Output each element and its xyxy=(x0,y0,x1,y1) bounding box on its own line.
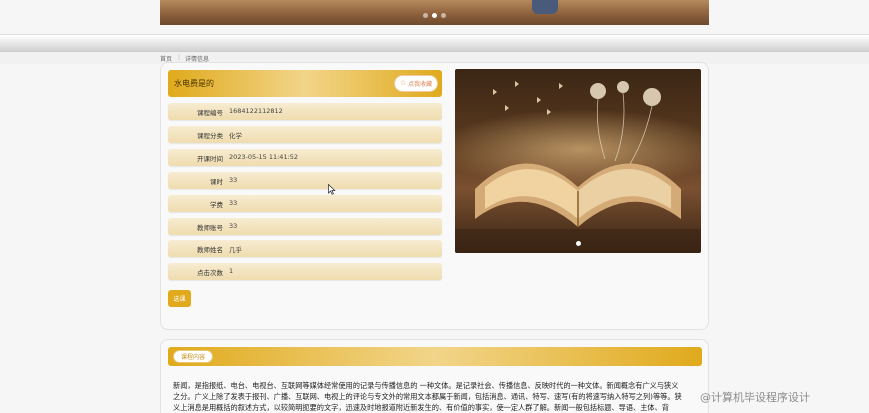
field-label: 教师姓名 xyxy=(197,246,223,254)
field-value: 1 xyxy=(229,267,234,275)
course-image-carousel[interactable] xyxy=(455,69,701,253)
favorite-button[interactable]: ☆ 点我收藏 xyxy=(394,75,438,92)
field-value: 33 xyxy=(229,199,238,207)
banner-dot[interactable] xyxy=(441,13,446,18)
field-value: 化学 xyxy=(229,132,242,140)
field-value: 33 xyxy=(229,176,238,184)
banner-dot-active[interactable] xyxy=(432,13,437,18)
course-title: 水电费是的 xyxy=(174,79,214,88)
field-row-teacher-account: 教师账号 33 xyxy=(168,218,442,235)
select-course-button[interactable]: 选课 xyxy=(168,290,191,307)
top-banner-carousel[interactable] xyxy=(160,0,709,25)
content-section-tag: 课程内容 xyxy=(173,350,213,363)
field-label: 点击次数 xyxy=(197,269,223,277)
content-section-bar: 课程内容 xyxy=(168,347,702,366)
field-label: 开课时间 xyxy=(197,155,223,163)
field-label: 教师账号 xyxy=(197,224,223,232)
field-value: 2023-05-15 11:41:52 xyxy=(229,153,299,161)
field-row-category: 课程分类 化学 xyxy=(168,126,442,143)
field-row-tuition: 学费 33 xyxy=(168,195,442,212)
watermark-text: @计算机毕设程序设计 xyxy=(700,391,810,404)
breadcrumb-separator: | xyxy=(178,54,181,61)
nav-bar xyxy=(0,34,869,52)
open-book-illustration xyxy=(455,81,701,253)
field-label: 课时 xyxy=(210,178,223,186)
field-value: 几乎 xyxy=(229,246,242,254)
field-value: 1684122112812 xyxy=(229,107,283,115)
content-line: 之分。广义上除了发表于报刊、广播、互联网、电视上的评论与专文外的常用文本都属于新… xyxy=(173,392,682,401)
field-row-teacher-name: 教师姓名 几乎 xyxy=(168,240,442,257)
field-row-clicks: 点击次数 1 xyxy=(168,263,442,280)
content-line: 义上消息是用概括的叙述方式，以较简明扼要的文字，迅速及时地报道附近新发生的、有价… xyxy=(173,403,669,412)
field-row-course-id: 课程编号 1684122112812 xyxy=(168,103,442,120)
carousel-dot-active[interactable] xyxy=(576,241,581,246)
field-label: 学费 xyxy=(210,201,223,209)
mouse-cursor-icon xyxy=(328,184,336,195)
banner-figure xyxy=(532,0,558,14)
star-icon: ☆ xyxy=(399,79,407,87)
field-label: 课程编号 xyxy=(197,109,223,117)
field-row-start-time: 开课时间 2023-05-15 11:41:52 xyxy=(168,149,442,166)
field-value: 33 xyxy=(229,222,238,230)
field-row-hours: 课时 33 xyxy=(168,172,442,189)
course-content-text: 新闻，是指报纸、电台、电视台、互联网等媒体经常使用的记录与传播信息的 一种文体。… xyxy=(173,380,703,413)
content-line: 新闻，是指报纸、电台、电视台、互联网等媒体经常使用的记录与传播信息的 一种文体。… xyxy=(173,381,679,390)
banner-dot[interactable] xyxy=(423,13,428,18)
field-label: 课程分类 xyxy=(197,132,223,140)
course-title-bar: 水电费是的 ☆ 点我收藏 xyxy=(168,70,442,97)
favorite-button-label: 点我收藏 xyxy=(408,81,433,88)
